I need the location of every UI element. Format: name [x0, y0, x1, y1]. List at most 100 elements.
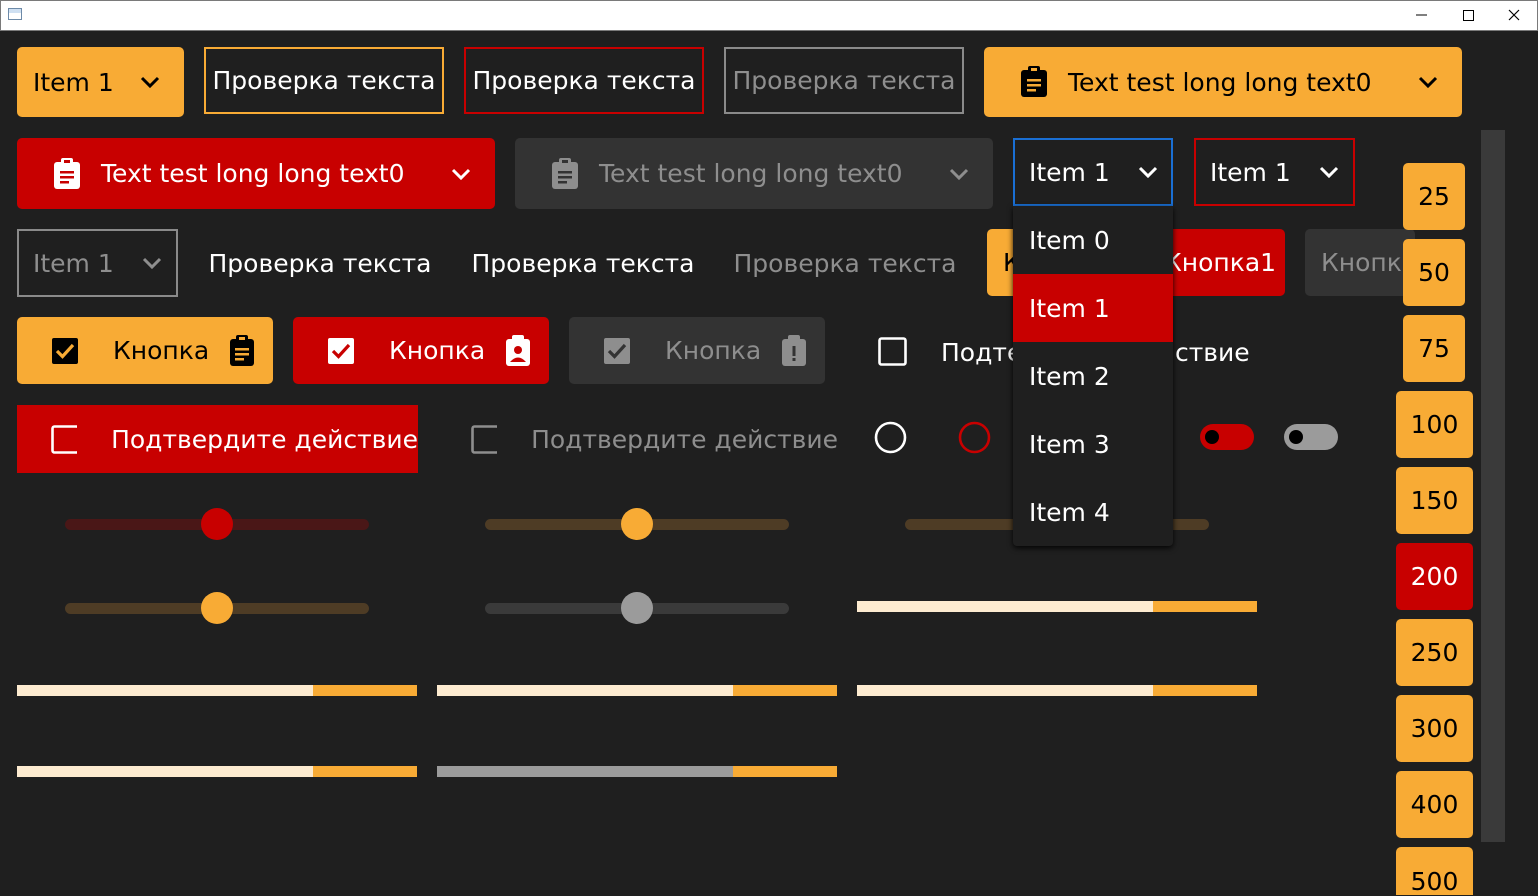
radio-button-white[interactable] [874, 421, 907, 454]
dropdown-item[interactable]: Item 3 [1013, 410, 1173, 478]
side-button[interactable]: 300 [1396, 695, 1473, 762]
checkbox-checked-icon [328, 337, 354, 364]
checkbox-unchecked-icon [471, 424, 498, 454]
checkbox-gray-label: Подтвердите действие [531, 424, 838, 454]
outline-red-label: Проверка текста [472, 66, 696, 95]
progress-remainder [1153, 685, 1257, 696]
side-button[interactable]: 150 [1396, 467, 1473, 534]
combo-orange[interactable]: Item 1 [17, 47, 184, 117]
app-icon [8, 8, 22, 20]
side-button[interactable]: 75 [1403, 315, 1465, 382]
checkbox-label-right: ствие [1175, 338, 1250, 367]
combo-outline-red[interactable]: Item 1 [1194, 138, 1355, 206]
maximize-button[interactable] [1445, 0, 1491, 30]
slider-gray-thumb[interactable] [621, 592, 653, 624]
toggle-red[interactable] [1200, 424, 1254, 450]
side-button[interactable]: 400 [1396, 771, 1473, 838]
checkbox-checked-icon [604, 337, 630, 364]
slider-red-thumb[interactable] [201, 508, 233, 540]
side-button-label: 200 [1410, 562, 1459, 591]
dropdown-item-selected[interactable]: Item 1 [1013, 274, 1173, 342]
check-button-orange[interactable]: Кнопка [17, 317, 273, 384]
combo-orange-value: Item 1 [33, 67, 114, 97]
progress-bar [437, 766, 837, 777]
progress-fill [857, 601, 1153, 612]
progress-remainder [313, 685, 417, 696]
flat-button-1[interactable]: Проверка текста [200, 229, 440, 297]
check-button-gray[interactable]: Кнопка [569, 317, 825, 384]
radio-button-red[interactable] [958, 421, 991, 454]
dropdown-item[interactable]: Item 2 [1013, 342, 1173, 410]
progress-remainder [1153, 601, 1257, 612]
vertical-scrollbar[interactable] [1481, 130, 1505, 842]
combo-wide-gray-value: Text test long long text0 [599, 159, 903, 188]
combo-wide-orange[interactable]: Text test long long text0 [984, 47, 1462, 117]
outline-red-button[interactable]: Проверка текста [464, 47, 704, 114]
checkbox-label-left: Подте [941, 338, 1023, 367]
check-button-red[interactable]: Кнопка [293, 317, 549, 384]
progress-bar [17, 685, 417, 696]
combo-outline-red-value: Item 1 [1210, 157, 1291, 187]
side-button-label: 150 [1410, 486, 1459, 515]
red-button-label: Кнопка1 [1164, 248, 1277, 277]
side-button-label: 25 [1418, 182, 1450, 211]
side-button[interactable]: 100 [1396, 391, 1473, 458]
dropdown-item[interactable]: Item 0 [1013, 206, 1173, 274]
gray-button-label: Кнопка [1321, 248, 1415, 277]
toggle-gray[interactable] [1284, 424, 1338, 450]
badge-icon [506, 334, 531, 366]
dropdown-item-label: Item 3 [1029, 429, 1110, 459]
clipboard-icon [552, 157, 578, 189]
close-button[interactable] [1491, 0, 1537, 30]
flat-button-2[interactable]: Проверка текста [463, 229, 703, 297]
combo-focused[interactable]: Item 1 [1013, 138, 1173, 206]
outline-gray-button[interactable]: Проверка текста [724, 47, 964, 114]
chevron-down-icon [949, 168, 969, 180]
checkbox-red[interactable]: Подтвердите действие [17, 405, 418, 473]
check-button-gray-label: Кнопка [665, 336, 762, 365]
side-button-label: 300 [1410, 714, 1459, 743]
chevron-down-icon [142, 257, 161, 269]
slider-orange-1-thumb[interactable] [621, 508, 653, 540]
clipboard-alert-icon [782, 334, 807, 366]
dropdown-item[interactable]: Item 4 [1013, 478, 1173, 546]
flat-button-disabled[interactable]: Проверка текста [725, 229, 965, 297]
dropdown-item-label: Item 1 [1029, 293, 1110, 323]
slider-orange-3-thumb[interactable] [201, 592, 233, 624]
side-button[interactable]: 250 [1396, 619, 1473, 686]
gray-button[interactable]: Кнопка [1305, 229, 1415, 296]
minimize-icon [1416, 14, 1427, 16]
side-button-label: 50 [1418, 258, 1450, 287]
red-button[interactable]: Кнопка1 [1160, 229, 1285, 296]
side-button-selected[interactable]: 200 [1396, 543, 1473, 610]
side-button[interactable]: 25 [1403, 163, 1465, 230]
combo-focused-value: Item 1 [1029, 157, 1110, 187]
side-button[interactable]: 50 [1403, 239, 1465, 306]
progress-bar [437, 685, 837, 696]
progress-remainder [733, 685, 837, 696]
combo-wide-red[interactable]: Text test long long text0 [17, 138, 495, 209]
toggle-knob [1205, 430, 1219, 444]
checkbox-gray[interactable]: Подтвердите действие [437, 405, 838, 473]
progress-bar [17, 766, 417, 777]
clipboard-icon [230, 334, 255, 366]
outline-gray-label: Проверка текста [732, 66, 956, 95]
checkbox-red-label: Подтвердите действие [111, 424, 418, 454]
side-button-label: 500 [1410, 867, 1459, 895]
progress-bar [857, 685, 1257, 696]
progress-fill [17, 766, 313, 777]
outline-orange-button[interactable]: Проверка текста [204, 47, 444, 114]
progress-remainder [313, 766, 417, 777]
combo-wide-red-value: Text test long long text0 [101, 159, 405, 188]
side-button-label: 400 [1410, 790, 1459, 819]
checkbox-unchecked-icon[interactable] [878, 337, 907, 366]
progress-fill [857, 685, 1153, 696]
progress-fill [437, 766, 733, 777]
combo-wide-gray[interactable]: Text test long long text0 [515, 138, 993, 209]
progress-bar [857, 601, 1257, 612]
minimize-button[interactable] [1399, 0, 1445, 30]
toggle-knob [1289, 430, 1303, 444]
checkbox-unchecked-icon [51, 424, 78, 454]
side-button[interactable]: 500 [1396, 847, 1473, 895]
combo-gray-outline[interactable]: Item 1 [17, 229, 178, 297]
